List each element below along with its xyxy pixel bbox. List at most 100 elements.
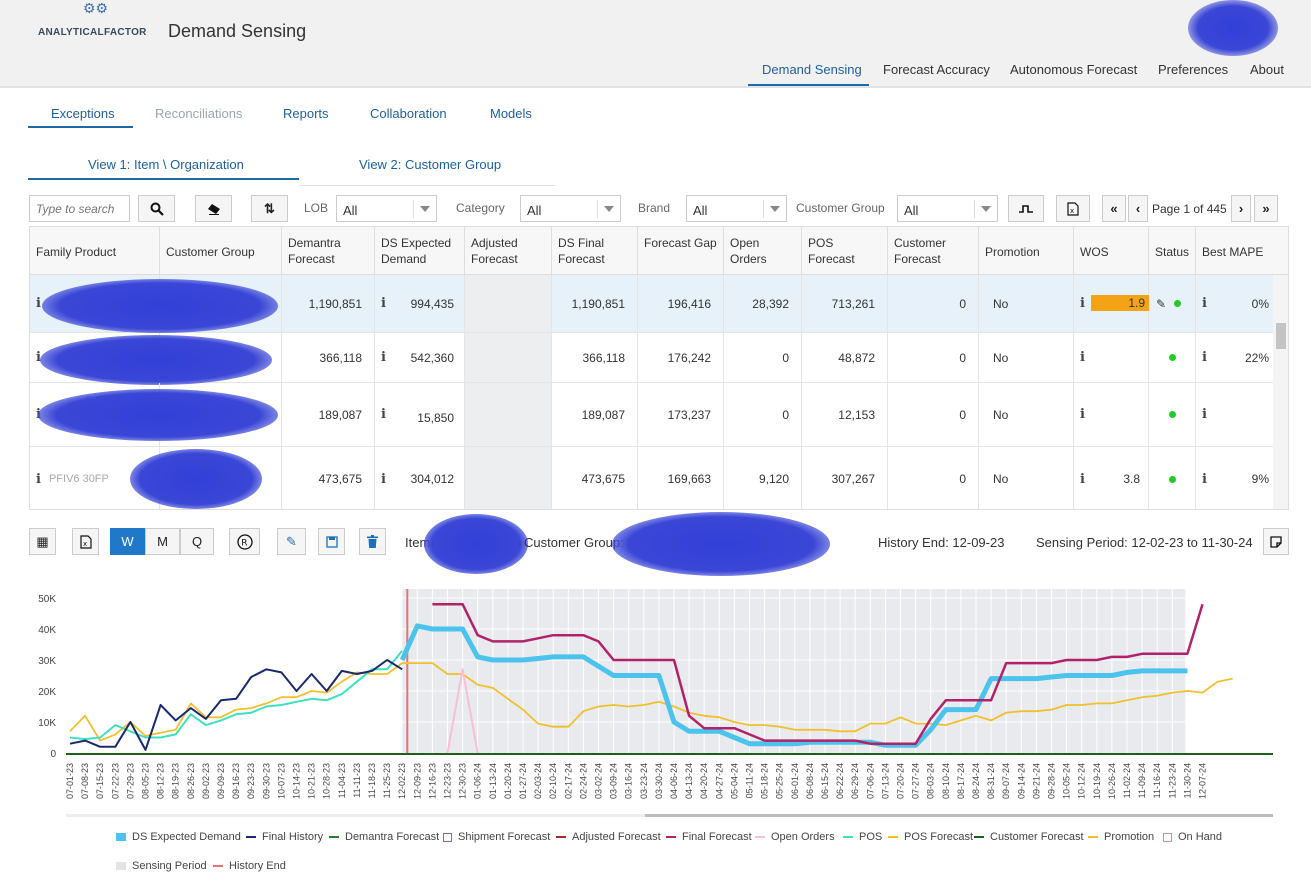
tab-collaboration[interactable]: Collaboration <box>370 106 447 121</box>
legend-item[interactable]: Shipment Forecast <box>443 831 550 843</box>
info-icon[interactable]: i <box>1080 407 1085 422</box>
info-icon[interactable]: i <box>1080 472 1085 487</box>
info-icon[interactable]: i <box>36 296 41 311</box>
scrollbar-thumb[interactable] <box>1276 323 1286 349</box>
legend-item[interactable]: POS Forecast <box>888 831 973 843</box>
legend-item[interactable]: Adjusted Forecast <box>556 831 661 843</box>
col-status[interactable]: Status <box>1149 227 1196 275</box>
x-tick-label: 11-16-24 <box>1152 763 1162 798</box>
export-button[interactable]: x <box>72 528 99 555</box>
info-icon[interactable]: i <box>1202 407 1207 422</box>
info-icon[interactable]: i <box>381 472 386 487</box>
tab-reports[interactable]: Reports <box>283 106 329 121</box>
topnav-autonomous-forecast[interactable]: Autonomous Forecast <box>1010 62 1137 86</box>
legend-item[interactable]: Demantra Forecast <box>329 831 439 843</box>
quarterly-button[interactable]: Q <box>180 528 214 555</box>
tab-exceptions[interactable]: Exceptions <box>51 106 115 121</box>
save-button[interactable] <box>318 528 345 555</box>
table-view-button[interactable]: ▦ <box>29 528 56 555</box>
reset-button[interactable]: R <box>229 528 260 555</box>
topnav-preferences[interactable]: Preferences <box>1158 62 1228 86</box>
cell-adjusted[interactable] <box>465 447 552 509</box>
topnav-demand-sensing[interactable]: Demand Sensing <box>748 62 869 86</box>
table-row[interactable]: i 366,118 i 542,360 366,118 176,242 0 48,… <box>30 333 1273 385</box>
info-icon[interactable]: i <box>36 472 41 487</box>
col-ds-final-forecast[interactable]: DS Final Forecast <box>552 227 638 275</box>
monthly-button[interactable]: M <box>145 528 180 555</box>
legend-item[interactable]: Promotion <box>1088 831 1154 843</box>
last-page-button[interactable]: » <box>1254 195 1278 222</box>
search-input[interactable] <box>29 195 130 222</box>
topnav-about[interactable]: About <box>1250 62 1284 86</box>
cell-adjusted[interactable] <box>465 383 552 446</box>
cell-customer: 0 <box>888 275 979 332</box>
legend-item[interactable]: DS Expected Demand <box>116 831 241 843</box>
col-ds-expected-demand[interactable]: DS Expected Demand <box>375 227 465 275</box>
info-icon[interactable]: i <box>1202 350 1207 365</box>
table-row[interactable]: i 1,190,851 i 994,435 1,190,851 196,416 2… <box>30 275 1273 333</box>
col-promotion[interactable]: Promotion <box>979 227 1074 275</box>
chart-toggle-button[interactable] <box>1008 195 1044 222</box>
col-forecast-gap[interactable]: Forecast Gap <box>638 227 724 275</box>
legend-item[interactable]: Customer Forecast <box>974 831 1084 843</box>
clear-filters-button[interactable] <box>195 195 232 222</box>
col-wos[interactable]: WOS <box>1074 227 1149 275</box>
legend-label: History End <box>229 860 286 872</box>
export-excel-button[interactable]: x <box>1056 195 1090 222</box>
legend-item[interactable]: Final History <box>246 831 323 843</box>
customer-group-select[interactable]: All <box>897 195 998 222</box>
legend-item[interactable]: POS <box>843 831 882 843</box>
table-row[interactable]: i 189,087 i 15,850 189,087 173,237 0 12,1… <box>30 383 1273 447</box>
col-open-orders[interactable]: Open Orders <box>724 227 802 275</box>
chevron-right-icon: › <box>1238 201 1244 216</box>
table-scrollbar[interactable] <box>1273 275 1288 509</box>
info-icon[interactable]: i <box>1202 472 1207 487</box>
legend-item[interactable]: History End <box>213 860 286 872</box>
info-icon[interactable]: i <box>1080 350 1085 365</box>
cell-adjusted[interactable] <box>465 333 552 382</box>
weekly-button[interactable]: W <box>110 528 145 555</box>
sort-button[interactable]: ⇅ <box>251 195 288 222</box>
legend-item[interactable]: On Hand <box>1163 831 1222 843</box>
tab-view-item-organization[interactable]: View 1: Item \ Organization <box>88 157 244 172</box>
info-icon[interactable]: i <box>381 350 386 365</box>
legend-item[interactable]: Final Forecast <box>666 831 752 843</box>
x-tick-label: 03-09-24 <box>609 763 619 799</box>
tab-view-customer-group[interactable]: View 2: Customer Group <box>359 157 501 172</box>
info-icon[interactable]: i <box>1080 296 1085 311</box>
table-row[interactable]: i PFIV6 30FP 473,675 i 304,012 473,675 169… <box>30 447 1273 509</box>
info-icon[interactable]: i <box>1202 296 1207 311</box>
legend-label: Promotion <box>1104 831 1155 843</box>
tab-models[interactable]: Models <box>490 106 532 121</box>
col-best-mape[interactable]: Best MAPE <box>1196 227 1288 275</box>
avatar[interactable] <box>1188 0 1278 56</box>
edit-button[interactable]: ✎ <box>277 528 306 555</box>
col-family-product[interactable]: Family Product <box>30 227 160 275</box>
topnav-forecast-accuracy[interactable]: Forecast Accuracy <box>883 62 990 86</box>
legend-item[interactable]: Sensing Period <box>116 860 207 872</box>
legend-item[interactable]: Open Orders <box>755 831 835 843</box>
tab-reconciliations[interactable]: Reconciliations <box>155 106 242 121</box>
col-pos-forecast[interactable]: POS Forecast <box>802 227 888 275</box>
first-page-button[interactable]: « <box>1102 195 1126 222</box>
delete-button[interactable] <box>359 528 386 555</box>
col-customer-group[interactable]: Customer Group <box>160 227 282 275</box>
info-icon[interactable]: i <box>381 407 386 422</box>
lob-select[interactable]: All <box>336 195 437 222</box>
company-logo[interactable]: ⚙⚙ ANALYTICALFACTOR <box>38 0 153 42</box>
notes-button[interactable] <box>1263 528 1289 555</box>
edit-icon[interactable]: ✎ <box>1156 297 1166 311</box>
cell-adjusted[interactable] <box>465 275 552 332</box>
brand-select[interactable]: All <box>686 195 787 222</box>
cell-gap: 169,663 <box>638 447 724 509</box>
previous-page-button[interactable]: ‹ <box>1128 195 1148 222</box>
col-customer-forecast[interactable]: Customer Forecast <box>888 227 979 275</box>
category-select[interactable]: All <box>520 195 621 222</box>
info-icon[interactable]: i <box>381 296 386 311</box>
x-tick-label: 02-17-24 <box>563 763 573 799</box>
search-button[interactable] <box>138 195 175 222</box>
col-adjusted-forecast[interactable]: Adjusted Forecast <box>465 227 552 275</box>
next-page-button[interactable]: › <box>1231 195 1251 222</box>
chart-plot[interactable]: 50K 40K 30K 20K 10K 0 07-01-23 07-08-23 07-15-23… <box>0 580 1311 873</box>
col-demantra-forecast[interactable]: Demantra Forecast <box>282 227 375 275</box>
